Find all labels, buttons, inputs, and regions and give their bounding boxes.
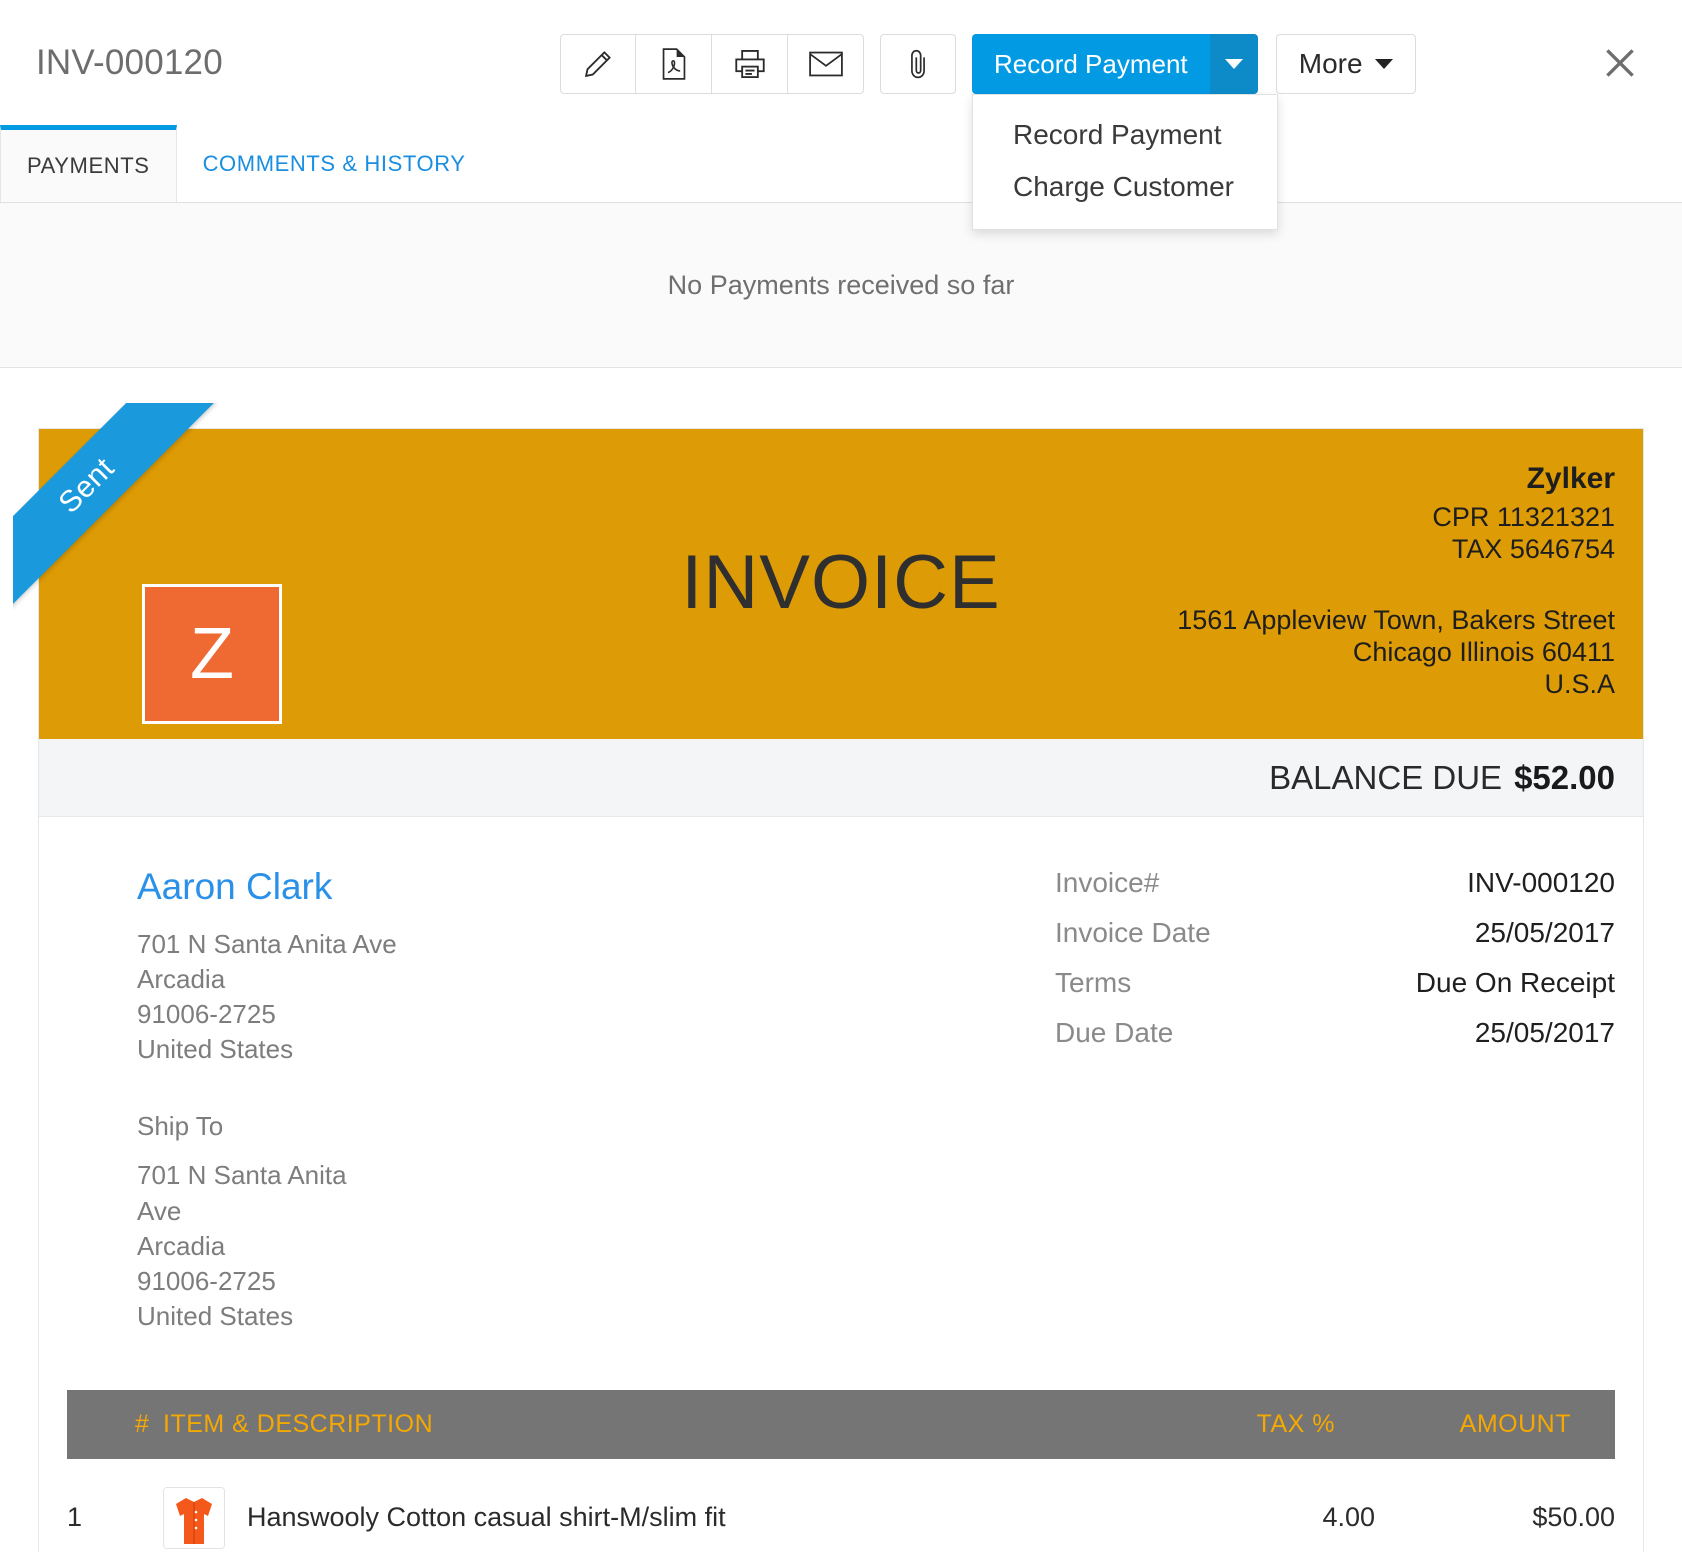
tab-payments-label: PAYMENTS	[27, 153, 150, 179]
organization-name: Zylker	[1177, 457, 1615, 501]
tab-payments[interactable]: PAYMENTS	[0, 125, 177, 202]
meta-value: 25/05/2017	[1475, 1019, 1615, 1047]
attachment-button[interactable]	[880, 34, 956, 94]
email-icon	[808, 50, 844, 78]
ship-to-label: Ship To	[137, 1111, 687, 1142]
page-title: INV-000120	[36, 43, 223, 83]
line-items-head: # ITEM & DESCRIPTION TAX % AMOUNT	[67, 1390, 1615, 1459]
pdf-icon	[658, 47, 690, 81]
organization-details: Zylker CPR 11321321 TAX 5646754 1561 App…	[1177, 457, 1615, 701]
organization-address-line: Chicago Illinois 60411	[1177, 637, 1615, 669]
meta-value: INV-000120	[1467, 869, 1615, 897]
customer-name-link[interactable]: Aaron Clark	[137, 863, 332, 911]
close-button[interactable]	[1596, 40, 1644, 88]
menu-item-charge-customer[interactable]: Charge Customer	[973, 161, 1277, 213]
record-payment-dropdown-menu: Record Payment Charge Customer	[972, 94, 1278, 230]
table-row: 1	[67, 1459, 1615, 1552]
item-tax-percent: 4.00	[1155, 1459, 1375, 1552]
meta-row-invoice-date: Invoice Date 25/05/2017	[1055, 919, 1615, 947]
email-button[interactable]	[788, 34, 864, 94]
bill-to-address-line: United States	[137, 1032, 687, 1067]
edit-button[interactable]	[560, 34, 636, 94]
chevron-down-icon	[1375, 59, 1393, 69]
print-icon	[733, 48, 767, 80]
invoice-header-band: Sent INVOICE Z Zylker CPR 11321321 TAX 5…	[39, 429, 1643, 739]
organization-cpr: CPR 11321321	[1177, 501, 1615, 533]
column-header-tax: TAX %	[1155, 1390, 1375, 1459]
invoice-document: Sent INVOICE Z Zylker CPR 11321321 TAX 5…	[38, 428, 1644, 1552]
record-payment-button[interactable]: Record Payment	[972, 34, 1210, 94]
line-items-table: # ITEM & DESCRIPTION TAX % AMOUNT 1	[67, 1390, 1615, 1552]
bill-to-block: Aaron Clark 701 N Santa Anita Ave Arcadi…	[67, 863, 687, 1334]
meta-label: Invoice#	[1055, 869, 1159, 897]
balance-due-amount: $52.00	[1514, 759, 1615, 797]
payments-panel: No Payments received so far	[0, 203, 1682, 368]
balance-due-bar: BALANCE DUE $52.00	[39, 739, 1643, 817]
icon-button-group	[560, 34, 864, 94]
menu-item-record-payment[interactable]: Record Payment	[973, 109, 1277, 161]
balance-due-label: BALANCE DUE	[1269, 759, 1502, 797]
meta-row-terms: Terms Due On Receipt	[1055, 969, 1615, 997]
column-header-amount: AMOUNT	[1375, 1390, 1615, 1459]
table-header-row: # ITEM & DESCRIPTION TAX % AMOUNT	[67, 1390, 1615, 1459]
ship-to-address-line: United States	[137, 1299, 687, 1334]
item-description-cell: Hanswooly Cotton casual shirt-M/slim fit	[147, 1459, 1155, 1552]
record-payment-split-button: Record Payment Record Payment Charge Cus…	[972, 34, 1258, 94]
item-thumbnail-image	[163, 1487, 225, 1549]
payments-empty-message: No Payments received so far	[668, 270, 1015, 301]
item-amount: $50.00	[1375, 1459, 1615, 1552]
ship-to-address-line: Arcadia	[137, 1229, 687, 1264]
line-items-body: 1	[67, 1459, 1615, 1552]
ship-to-address-line: 701 N Santa Anita	[137, 1158, 687, 1193]
organization-address-line: U.S.A	[1177, 669, 1615, 701]
bill-to-address-line: 701 N Santa Anita Ave	[137, 927, 687, 962]
tab-comments-history-label: COMMENTS & HISTORY	[203, 151, 466, 177]
paperclip-icon	[905, 47, 931, 81]
chevron-down-icon	[1225, 59, 1243, 69]
bill-to-address-line: Arcadia	[137, 962, 687, 997]
organization-address: 1561 Appleview Town, Bakers Street Chica…	[1177, 605, 1615, 701]
column-header-number: #	[67, 1390, 147, 1459]
tab-bar: PAYMENTS COMMENTS & HISTORY	[0, 126, 1682, 203]
column-header-description: ITEM & DESCRIPTION	[147, 1390, 1155, 1459]
company-logo-letter: Z	[190, 613, 234, 695]
item-description-text: Hanswooly Cotton casual shirt-M/slim fit	[247, 1502, 726, 1533]
tab-comments-history[interactable]: COMMENTS & HISTORY	[177, 126, 492, 202]
organization-tax: TAX 5646754	[1177, 533, 1615, 565]
item-number: 1	[67, 1459, 147, 1552]
organization-address-line: 1561 Appleview Town, Bakers Street	[1177, 605, 1615, 637]
meta-label: Due Date	[1055, 1019, 1173, 1047]
print-button[interactable]	[712, 34, 788, 94]
more-button[interactable]: More	[1276, 34, 1416, 94]
invoice-preview-area: Sent INVOICE Z Zylker CPR 11321321 TAX 5…	[0, 368, 1682, 1552]
top-bar: INV-000120	[0, 0, 1682, 126]
status-ribbon-label: Sent	[52, 451, 121, 520]
bill-to-address-line: 91006-2725	[137, 997, 687, 1032]
action-toolbar: Record Payment Record Payment Charge Cus…	[560, 34, 1416, 94]
close-icon	[1599, 42, 1641, 87]
meta-value: 25/05/2017	[1475, 919, 1615, 947]
ship-to-address-line: Ave	[137, 1194, 687, 1229]
record-payment-dropdown-toggle[interactable]	[1210, 34, 1258, 94]
more-button-label: More	[1299, 48, 1363, 80]
meta-label: Terms	[1055, 969, 1131, 997]
invoice-meta-block: Invoice# INV-000120 Invoice Date 25/05/2…	[1055, 863, 1615, 1334]
meta-value: Due On Receipt	[1416, 969, 1615, 997]
meta-row-invoice-number: Invoice# INV-000120	[1055, 869, 1615, 897]
line-items-section: # ITEM & DESCRIPTION TAX % AMOUNT 1	[39, 1390, 1643, 1552]
invoice-body: Aaron Clark 701 N Santa Anita Ave Arcadi…	[39, 817, 1643, 1334]
meta-row-due-date: Due Date 25/05/2017	[1055, 1019, 1615, 1047]
edit-icon	[581, 47, 615, 81]
company-logo: Z	[142, 584, 282, 724]
meta-label: Invoice Date	[1055, 919, 1211, 947]
ship-to-address-line: 91006-2725	[137, 1264, 687, 1299]
pdf-button[interactable]	[636, 34, 712, 94]
